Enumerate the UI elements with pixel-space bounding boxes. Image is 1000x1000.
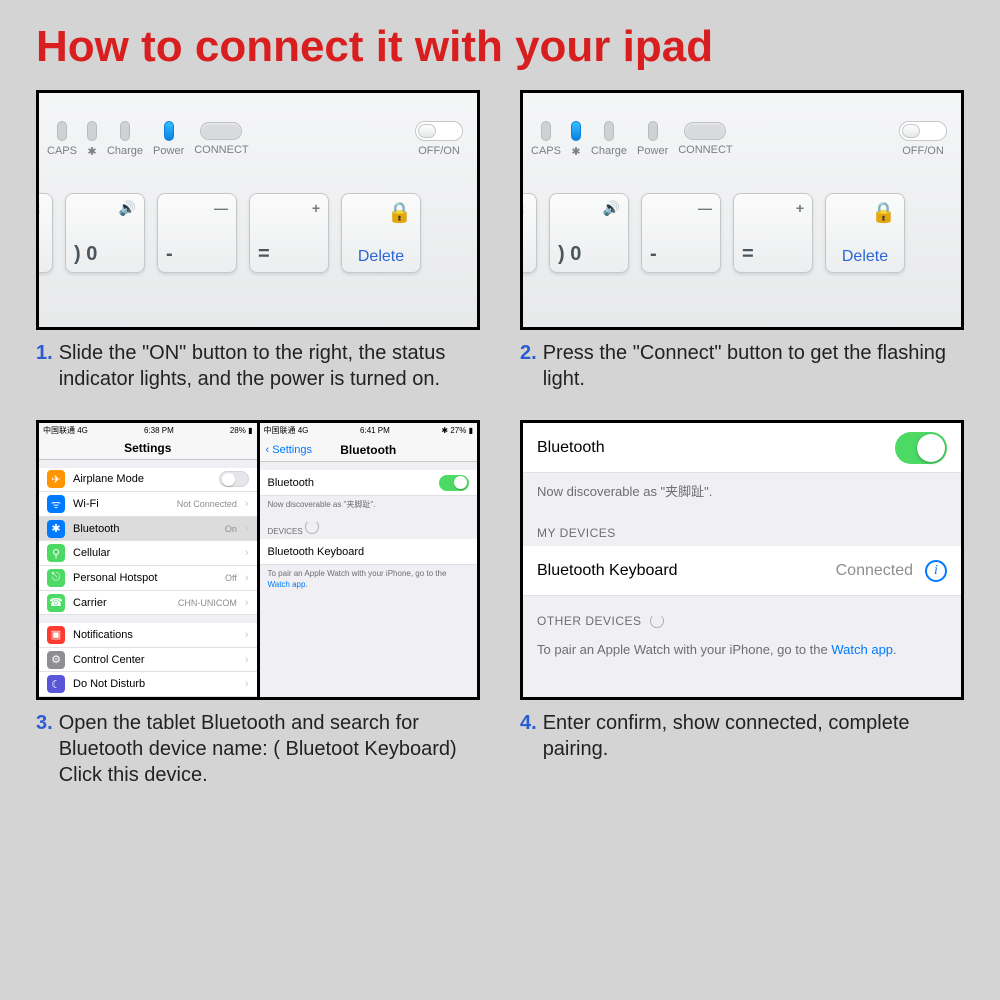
airplane-toggle[interactable] [219, 471, 249, 487]
step-1-number: 1. [36, 340, 53, 392]
power-led [164, 121, 174, 141]
info-icon[interactable]: i [925, 560, 947, 582]
caps-label: CAPS [47, 145, 77, 157]
step-1-text: Slide the "ON" button to the right, the … [59, 340, 480, 392]
row-cellular[interactable]: ⚲Cellular› [39, 541, 257, 566]
step-2-image: CAPS ✱ Charge Power CONNECT OFF/ON 🔉 🔊) … [520, 90, 964, 330]
step-1: CAPS ✱ Charge Power CONNECT OFF/ON 🔉 🔊) … [36, 90, 480, 392]
bluetooth-title: Bluetooth [340, 443, 396, 457]
step-3-text: Open the tablet Bluetooth and search for… [59, 710, 480, 788]
power-switch[interactable] [415, 121, 463, 141]
spinner-icon [650, 614, 664, 628]
step-4-number: 4. [520, 710, 537, 762]
power-label: Power [153, 145, 184, 157]
row-hotspot[interactable]: ⎋Personal HotspotOff› [39, 566, 257, 591]
offon-label: OFF/ON [418, 145, 460, 157]
step-2: CAPS ✱ Charge Power CONNECT OFF/ON 🔉 🔊) … [520, 90, 964, 392]
watch-pair-note: To pair an Apple Watch with your iPhone,… [260, 565, 478, 594]
watch-pair-note: To pair an Apple Watch with your iPhone,… [523, 634, 961, 665]
settings-title: Settings [124, 441, 171, 455]
step-4: Bluetooth Now discoverable as "夹脚趾". MY … [520, 420, 964, 788]
lock-icon: 🔒 [350, 200, 412, 225]
bluetooth-toggle[interactable] [895, 432, 947, 464]
key-minus[interactable]: —- [157, 193, 237, 273]
connect-label: CONNECT [194, 144, 248, 156]
bluetooth-screen: 中国联通 4G6:41 PM✱ 27% ▮ ‹ SettingsBluetoot… [260, 423, 478, 697]
discoverable-note: Now discoverable as "夹脚趾". [260, 496, 478, 514]
key-delete[interactable]: 🔒Delete [341, 193, 421, 273]
step-3: 中国联通 4G6:38 PM28% ▮ Settings ✈Airplane M… [36, 420, 480, 788]
settings-screen: 中国联通 4G6:38 PM28% ▮ Settings ✈Airplane M… [39, 423, 257, 697]
page-title: How to connect it with your ipad [0, 0, 1000, 84]
power-switch[interactable] [899, 121, 947, 141]
row-bluetooth-big[interactable]: Bluetooth [523, 423, 961, 473]
row-dnd[interactable]: ☾Do Not Disturb› [39, 672, 257, 697]
row-wifi[interactable]: ᯤWi-FiNot Connected› [39, 492, 257, 517]
row-control-center[interactable]: ⚙Control Center› [39, 648, 257, 673]
step-4-image: Bluetooth Now discoverable as "夹脚趾". MY … [520, 420, 964, 700]
row-airplane[interactable]: ✈Airplane Mode [39, 468, 257, 493]
instruction-grid: CAPS ✱ Charge Power CONNECT OFF/ON 🔉 🔊) … [0, 84, 1000, 808]
key-equals[interactable]: += [249, 193, 329, 273]
row-keyboard-connected[interactable]: Bluetooth Keyboard Connected i [523, 546, 961, 596]
key-voldown[interactable]: 🔉 [39, 193, 53, 273]
step-4-text: Enter confirm, show connected, complete … [543, 710, 964, 762]
step-2-text: Press the "Connect" button to get the fl… [543, 340, 964, 392]
row-carrier[interactable]: ☎CarrierCHN-UNICOM› [39, 591, 257, 616]
bluetooth-toggle[interactable] [439, 475, 469, 491]
discoverable-note: Now discoverable as "夹脚趾". [523, 473, 961, 508]
key-0[interactable]: 🔊) 0 [65, 193, 145, 273]
row-keyboard-device[interactable]: Bluetooth Keyboard [260, 539, 478, 565]
step-1-image: CAPS ✱ Charge Power CONNECT OFF/ON 🔉 🔊) … [36, 90, 480, 330]
step-3-number: 3. [36, 710, 53, 788]
bt-led [571, 121, 581, 141]
row-bluetooth[interactable]: ✱BluetoothOn› [39, 517, 257, 542]
connect-button[interactable] [684, 122, 726, 140]
my-devices-header: MY DEVICES [523, 508, 961, 546]
spinner-icon [305, 520, 319, 534]
other-devices-header: OTHER DEVICES [523, 596, 961, 634]
connect-button[interactable] [200, 122, 242, 140]
charge-label: Charge [107, 145, 143, 157]
back-button[interactable]: ‹ Settings [266, 444, 312, 456]
row-notifications[interactable]: ▣Notifications› [39, 623, 257, 648]
bt-icon: ✱ [87, 145, 96, 158]
step-2-number: 2. [520, 340, 537, 392]
row-bluetooth-toggle[interactable]: Bluetooth [260, 470, 478, 496]
step-3-image: 中国联通 4G6:38 PM28% ▮ Settings ✈Airplane M… [36, 420, 480, 700]
